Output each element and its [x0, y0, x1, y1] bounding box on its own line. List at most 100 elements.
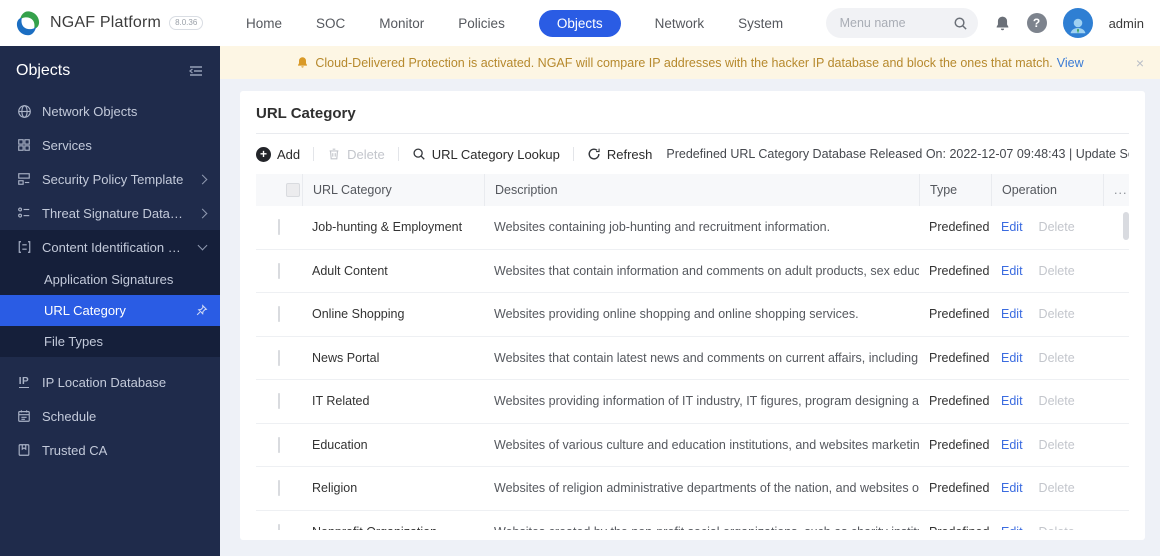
select-all-checkbox[interactable] [286, 183, 300, 197]
column-header-url-category[interactable]: URL Category [302, 174, 484, 206]
brand: NGAF Platform 8.0.36 [0, 9, 220, 37]
sidebar-subitem-label: Application Signatures [44, 272, 174, 287]
row-checkbox[interactable] [278, 393, 280, 410]
row-category: Religion [312, 481, 358, 496]
sidebar-item-label: Schedule [42, 408, 97, 424]
menu-search-input[interactable] [839, 16, 953, 30]
sidebar-subitem-url-category[interactable]: URL Category [0, 295, 220, 326]
row-description: Websites of religion administrative depa… [494, 481, 919, 496]
edit-link[interactable]: Edit [1001, 481, 1023, 495]
nav-item-home[interactable]: Home [246, 10, 282, 37]
sidebar-item-label: Security Policy Template [42, 171, 184, 187]
collapse-sidebar-icon[interactable] [188, 64, 204, 78]
table-row[interactable]: Online Shopping Websites providing onlin… [256, 293, 1129, 337]
sidebar-item-schedule[interactable]: Schedule [0, 399, 220, 433]
sidebar-subitem-application-signatures[interactable]: Application Signatures [0, 264, 220, 295]
layout-icon [16, 171, 32, 187]
main-nav: Home SOC Monitor Policies Objects Networ… [246, 9, 826, 37]
banner-message: Cloud-Delivered Protection is activated.… [315, 55, 1053, 70]
chevron-down-icon [197, 240, 208, 251]
row-category: Nonprofit Organization [302, 525, 484, 530]
table-body: Job-hunting & Employment Websites contai… [256, 206, 1129, 530]
refresh-button[interactable]: Refresh [587, 147, 652, 162]
edit-link[interactable]: Edit [1001, 264, 1023, 278]
pin-icon[interactable] [195, 304, 208, 317]
sidebar-item-network-objects[interactable]: Network Objects [0, 94, 220, 128]
nav-item-monitor[interactable]: Monitor [379, 10, 424, 37]
toolbar: + Add Delete URL Category Lookup Refresh… [256, 134, 1129, 174]
sidebar-item-security-policy-template[interactable]: Security Policy Template [0, 162, 220, 196]
table-scrollbar-thumb[interactable] [1123, 212, 1129, 240]
banner-bell-icon [296, 56, 309, 69]
column-header-type[interactable]: Type [919, 174, 991, 206]
signature-list-icon [16, 205, 32, 221]
sidebar-item-trusted-ca[interactable]: Trusted CA [0, 433, 220, 467]
table-row[interactable]: IT Related Websites providing informatio… [256, 380, 1129, 424]
edit-link[interactable]: Edit [1001, 525, 1023, 530]
sidebar-item-ip-location-database[interactable]: IP IP Location Database [0, 365, 220, 399]
delete-link[interactable]: Delete [1039, 307, 1075, 321]
nav-item-objects[interactable]: Objects [538, 9, 621, 37]
row-checkbox[interactable] [278, 349, 280, 366]
delete-link[interactable]: Delete [1039, 525, 1075, 530]
top-right-controls: ? admin [825, 8, 1160, 38]
table-row[interactable]: Nonprofit Organization Websites created … [256, 511, 1129, 530]
row-type: Predefined [929, 437, 990, 452]
delete-button-label: Delete [347, 146, 385, 162]
sidebar-title: Objects [16, 62, 71, 79]
sidebar-item-content-identification-database[interactable]: Content Identification Database [0, 230, 220, 264]
nav-item-system[interactable]: System [738, 10, 783, 37]
url-category-lookup-button[interactable]: URL Category Lookup [412, 147, 560, 162]
banner-close-icon[interactable]: × [1136, 55, 1144, 71]
table-row[interactable]: News Portal Websites that contain latest… [256, 337, 1129, 380]
edit-link[interactable]: Edit [1001, 438, 1023, 452]
nav-item-soc[interactable]: SOC [316, 10, 345, 37]
row-type: Predefined [929, 481, 990, 496]
delete-link[interactable]: Delete [1039, 481, 1075, 495]
delete-link[interactable]: Delete [1039, 264, 1075, 278]
column-settings-button[interactable]: ... [1103, 174, 1129, 206]
delete-link[interactable]: Delete [1039, 394, 1075, 408]
certificate-icon [16, 442, 32, 458]
row-checkbox[interactable] [278, 219, 280, 236]
sidebar-item-label: Threat Signature Database [42, 205, 189, 221]
toolbar-divider [313, 147, 315, 161]
column-header-operation[interactable]: Operation [991, 174, 1103, 206]
edit-link[interactable]: Edit [1001, 220, 1023, 234]
user-name[interactable]: admin [1109, 16, 1144, 31]
row-checkbox[interactable] [278, 436, 280, 453]
edit-link[interactable]: Edit [1001, 394, 1023, 408]
refresh-icon [587, 147, 601, 161]
delete-link[interactable]: Delete [1039, 438, 1075, 452]
banner-view-link[interactable]: View [1057, 56, 1084, 70]
avatar[interactable] [1062, 8, 1093, 38]
table-row[interactable]: Religion Websites of religion administra… [256, 467, 1129, 511]
delete-link[interactable]: Delete [1039, 351, 1075, 365]
nav-item-network[interactable]: Network [655, 10, 705, 37]
table-row[interactable]: Education Websites of various culture an… [256, 424, 1129, 467]
row-type: Predefined [919, 525, 991, 530]
delete-button[interactable]: Delete [327, 147, 385, 162]
row-category: Education [312, 437, 368, 452]
table-row[interactable]: Adult Content Websites that contain info… [256, 250, 1129, 293]
edit-link[interactable]: Edit [1001, 351, 1023, 365]
help-icon[interactable]: ? [1026, 13, 1047, 33]
row-checkbox[interactable] [278, 262, 280, 279]
row-checkbox[interactable] [278, 523, 280, 530]
delete-link[interactable]: Delete [1039, 220, 1075, 234]
column-header-description[interactable]: Description [484, 174, 919, 206]
edit-link[interactable]: Edit [1001, 307, 1023, 321]
row-checkbox[interactable] [278, 306, 280, 323]
sidebar-item-services[interactable]: Services [0, 128, 220, 162]
notification-bell-icon[interactable] [994, 15, 1011, 32]
nav-item-policies[interactable]: Policies [458, 10, 505, 37]
add-button[interactable]: + Add [256, 146, 300, 162]
sidebar-subitem-label: URL Category [44, 303, 126, 318]
row-checkbox[interactable] [278, 480, 280, 497]
sidebar-item-threat-signature-database[interactable]: Threat Signature Database [0, 196, 220, 230]
search-icon[interactable] [953, 16, 968, 31]
sidebar-subitem-file-types[interactable]: File Types [0, 326, 220, 357]
menu-search[interactable] [825, 8, 978, 38]
table-row[interactable]: Job-hunting & Employment Websites contai… [256, 206, 1129, 250]
row-description: Websites providing online shopping and o… [494, 307, 859, 322]
